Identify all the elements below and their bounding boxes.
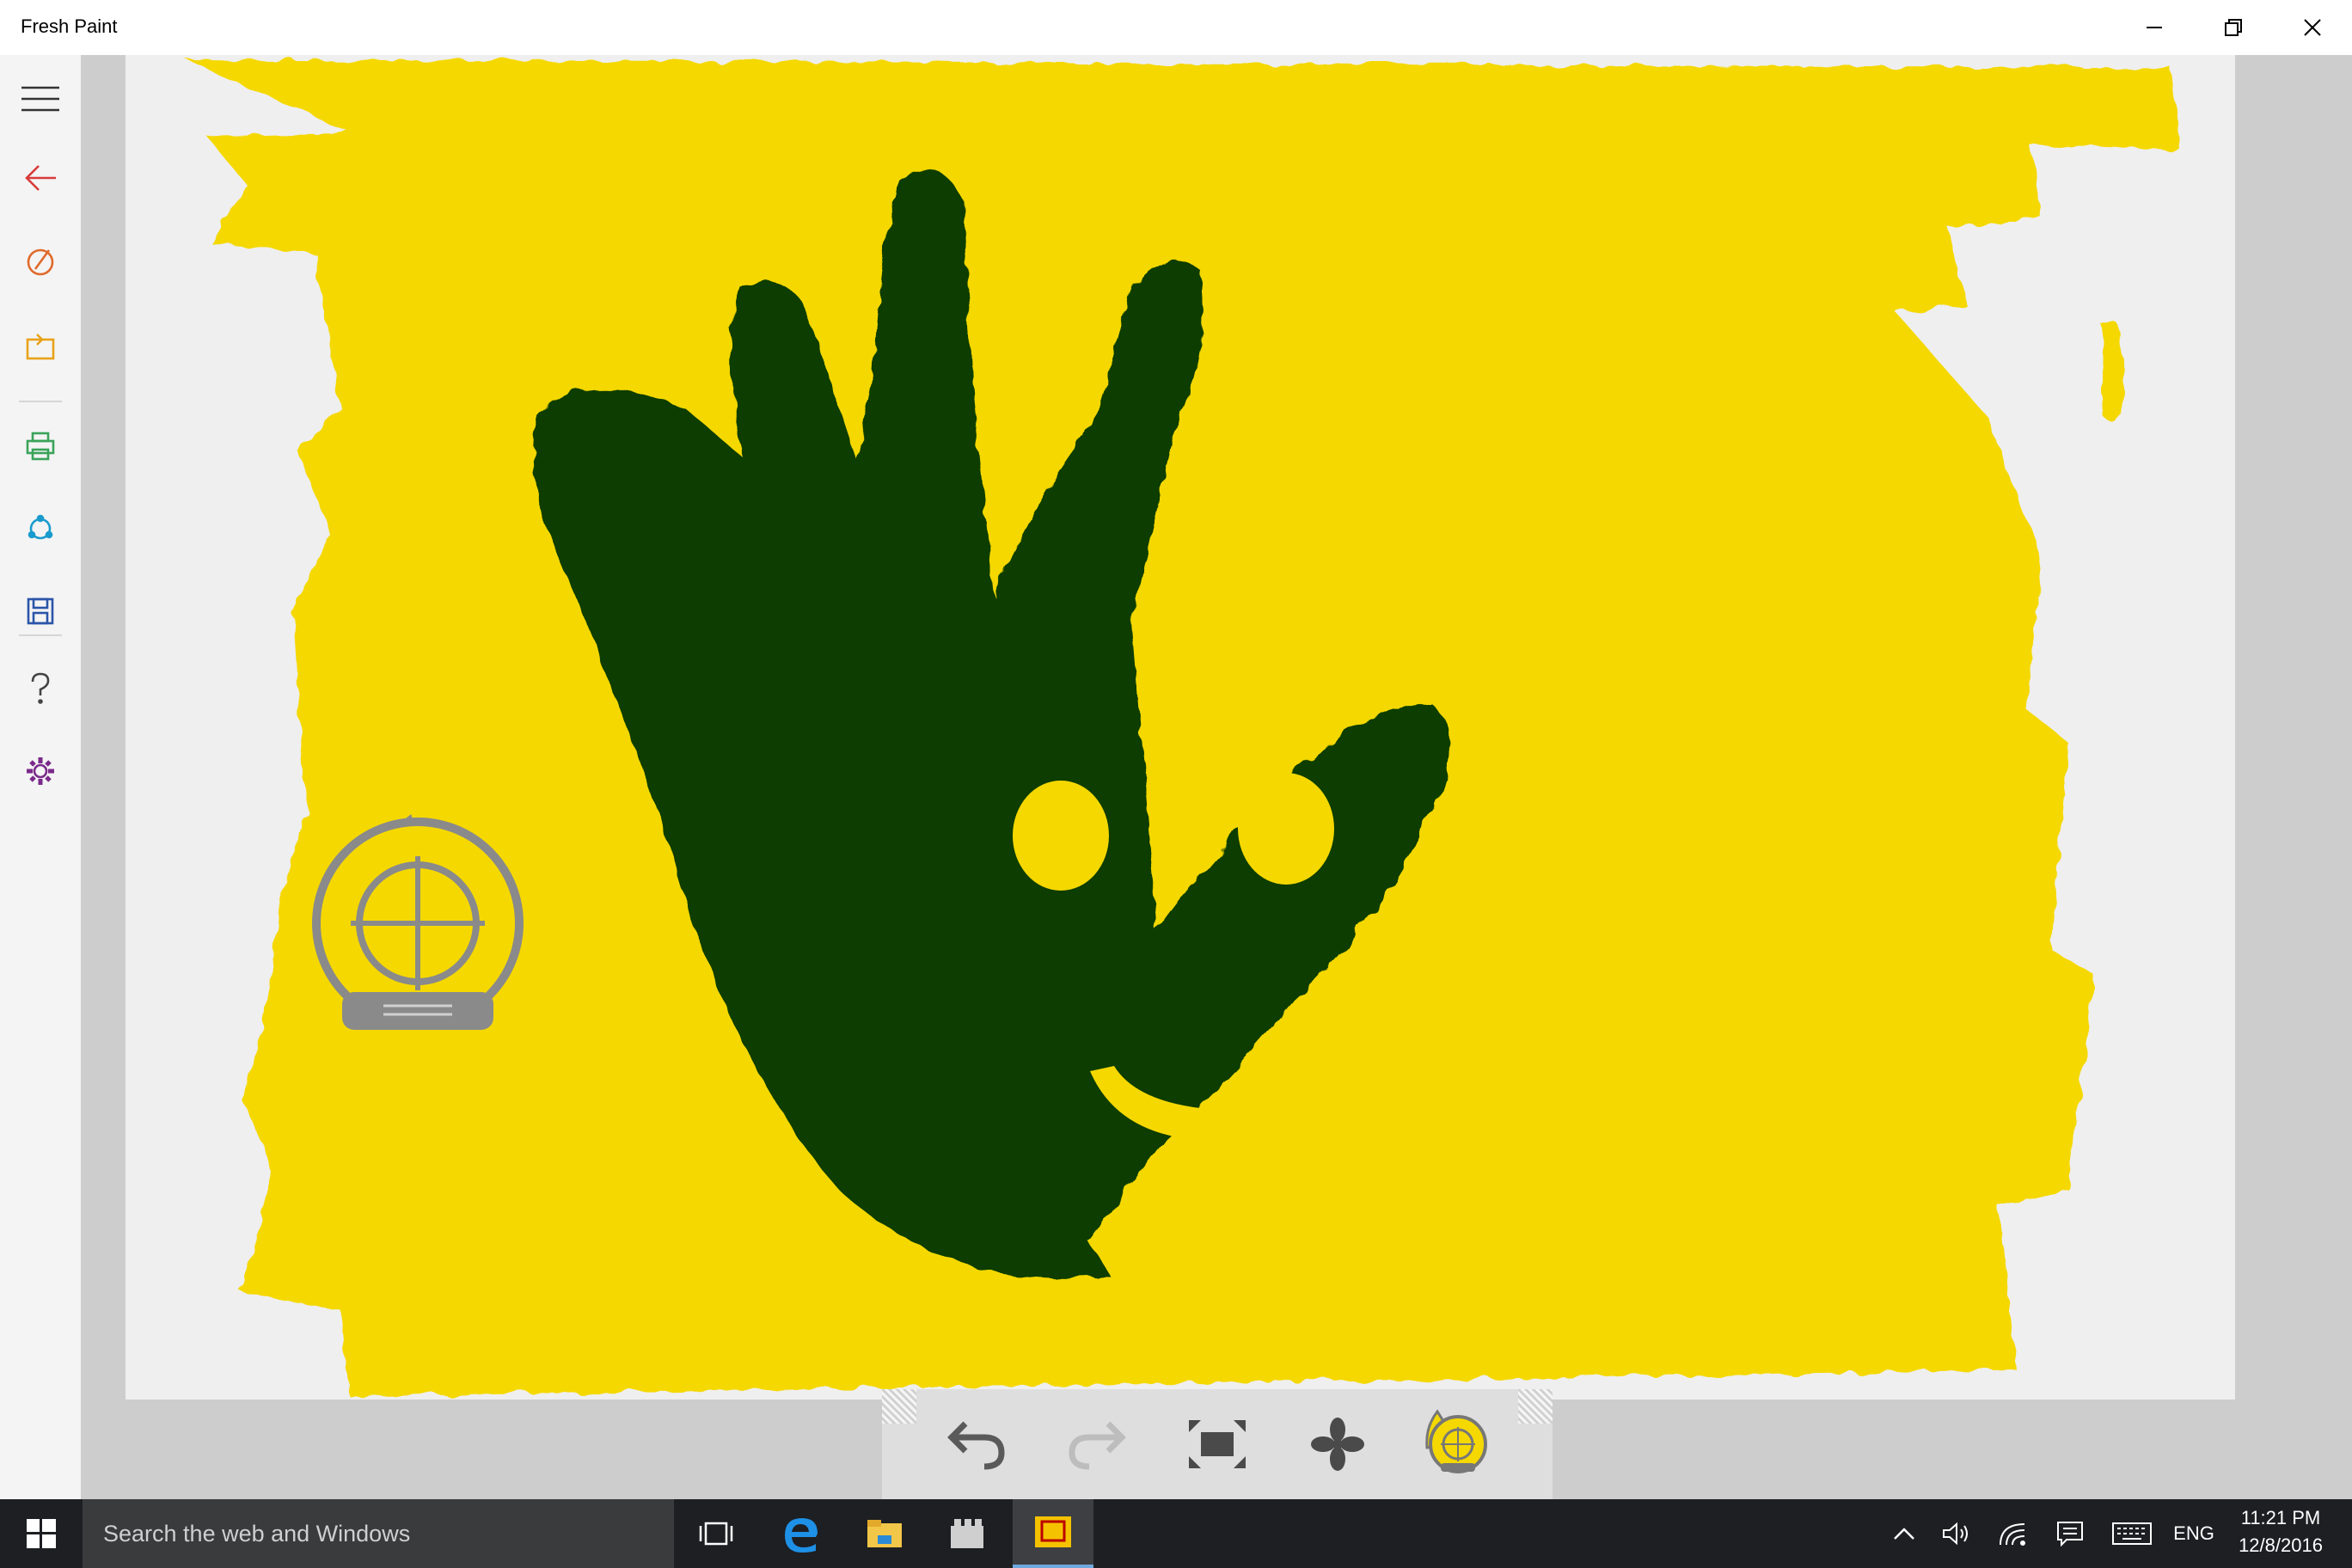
save-icon (27, 597, 54, 625)
print-button[interactable] (0, 407, 81, 485)
search-input[interactable]: Search the web and Windows (83, 1499, 674, 1568)
import-icon (26, 334, 55, 360)
fresh-paint-icon (1035, 1516, 1071, 1547)
edge-icon (785, 1518, 818, 1553)
restore-icon (2225, 19, 2242, 36)
fit-to-screen-button[interactable] (1174, 1401, 1260, 1487)
share-button[interactable] (0, 490, 81, 567)
yellow-paint (186, 59, 2180, 1396)
store-button[interactable] (927, 1499, 1008, 1568)
save-button[interactable] (0, 573, 81, 650)
close-icon (2304, 19, 2321, 36)
touch-keyboard-button[interactable] (2106, 1499, 2158, 1568)
help-button[interactable] (0, 650, 81, 727)
close-button[interactable] (2273, 0, 2352, 55)
fan-icon (1311, 1418, 1364, 1471)
fit-screen-icon (1189, 1420, 1246, 1468)
chevron-up-icon (1894, 1528, 1914, 1540)
hamburger-icon (21, 86, 59, 112)
volume-button[interactable] (1934, 1499, 1979, 1568)
clock-date: 12/8/2016 (2239, 1534, 2323, 1556)
question-icon (31, 672, 50, 704)
taskbar: Search the web and Windows ENG 11:21 PM … (0, 1499, 2352, 1568)
title-bar: Fresh Paint (0, 0, 2352, 55)
undo-button[interactable] (934, 1401, 1020, 1487)
edge-browser-button[interactable] (760, 1499, 841, 1568)
redo-icon (1069, 1421, 1126, 1470)
settings-button[interactable] (0, 732, 81, 810)
folder-icon (867, 1520, 902, 1547)
printer-icon (26, 432, 55, 461)
back-button[interactable] (0, 139, 81, 217)
clock[interactable]: 11:21 PM 12/8/2016 (2216, 1504, 2345, 1559)
sidebar (0, 55, 81, 1499)
keyboard-icon (2112, 1522, 2152, 1545)
wifi-icon (2000, 1523, 2025, 1546)
new-painting-button[interactable] (0, 224, 81, 301)
back-arrow-icon (25, 165, 56, 191)
show-hidden-icons-button[interactable] (1883, 1499, 1926, 1568)
restore-button[interactable] (2194, 0, 2273, 55)
notification-icon (2057, 1522, 2083, 1547)
gear-icon (27, 757, 54, 785)
fresh-paint-taskbar-button[interactable] (1013, 1499, 1093, 1568)
clock-time: 11:21 PM (2240, 1507, 2321, 1528)
windows-logo-icon (27, 1519, 56, 1548)
search-placeholder: Search the web and Windows (103, 1520, 411, 1547)
bottom-toolbar (882, 1389, 1553, 1499)
palette-brush-icon (27, 248, 54, 276)
task-view-button[interactable] (676, 1499, 756, 1568)
minimize-button[interactable] (2115, 0, 2194, 55)
pan-target-icon (1425, 1409, 1487, 1473)
task-view-icon (699, 1522, 733, 1546)
painting-canvas[interactable] (126, 55, 2235, 1400)
import-button[interactable] (0, 308, 81, 385)
language-indicator[interactable]: ENG (2166, 1499, 2221, 1568)
action-center-button[interactable] (2048, 1499, 2092, 1568)
app-title: Fresh Paint (21, 15, 118, 37)
redo-button[interactable] (1054, 1401, 1140, 1487)
start-button[interactable] (0, 1499, 83, 1568)
workspace (81, 55, 2352, 1499)
pan-button[interactable] (1415, 1401, 1501, 1487)
dry-button[interactable] (1295, 1401, 1381, 1487)
menu-button[interactable] (0, 60, 81, 138)
volume-icon (1943, 1522, 1968, 1546)
network-button[interactable] (1991, 1499, 2036, 1568)
share-icon (28, 514, 53, 540)
minimize-icon (2147, 27, 2162, 28)
stencil-tool[interactable] (312, 814, 524, 1030)
file-explorer-button[interactable] (844, 1499, 925, 1568)
undo-icon (947, 1421, 1005, 1470)
store-icon (951, 1519, 983, 1548)
